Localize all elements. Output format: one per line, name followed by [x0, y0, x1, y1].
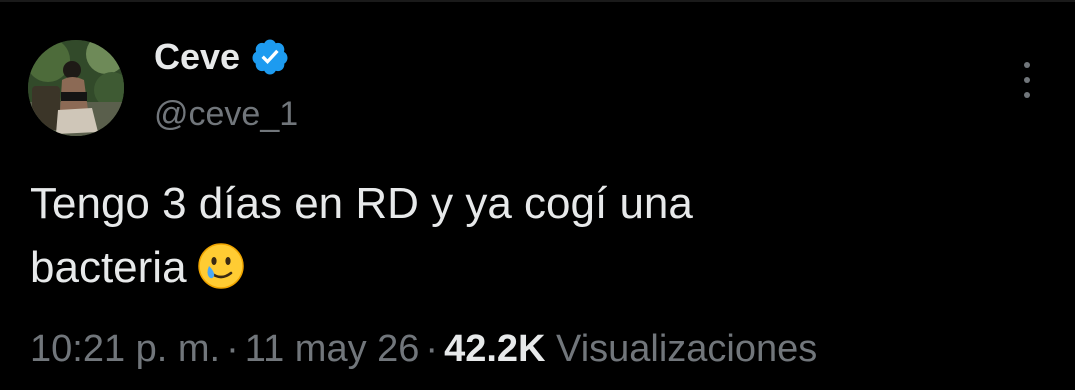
more-options-icon[interactable] — [1012, 62, 1042, 98]
tweet-text-word: bacteria — [30, 243, 187, 292]
tweet-meta: 10:21 p. m. · 11 may 26 · 42.2K Visualizacio… — [30, 328, 817, 371]
tweet-time[interactable]: 10:21 p. m. — [30, 328, 220, 370]
avatar[interactable] — [28, 40, 124, 136]
meta-separator: · — [425, 328, 439, 370]
tweet-text-line: Tengo 3 días en RD y ya cogí una — [30, 179, 693, 228]
views-count[interactable]: 42.2K — [444, 328, 545, 370]
meta-separator: · — [226, 328, 239, 370]
more-dot — [1024, 62, 1030, 68]
more-dot — [1024, 92, 1030, 98]
smiling-face-with-tear-icon — [197, 242, 245, 290]
views-label[interactable]: Visualizaciones — [556, 328, 817, 370]
author-name-row[interactable]: Ceve — [154, 32, 290, 82]
tweet-date[interactable]: 11 may 26 — [245, 328, 420, 370]
author-display-name[interactable]: Ceve — [154, 36, 240, 78]
tweet-text-line: bacteria — [30, 236, 1040, 300]
author-handle[interactable]: @ceve_1 — [154, 95, 298, 134]
verified-badge-icon[interactable] — [250, 37, 290, 77]
tweet[interactable]: Ceve @ceve_1 Tengo 3 días en RD y ya cog… — [0, 0, 1075, 390]
tweet-text: Tengo 3 días en RD y ya cogí una bacteri… — [30, 172, 1040, 300]
more-dot — [1024, 77, 1030, 83]
